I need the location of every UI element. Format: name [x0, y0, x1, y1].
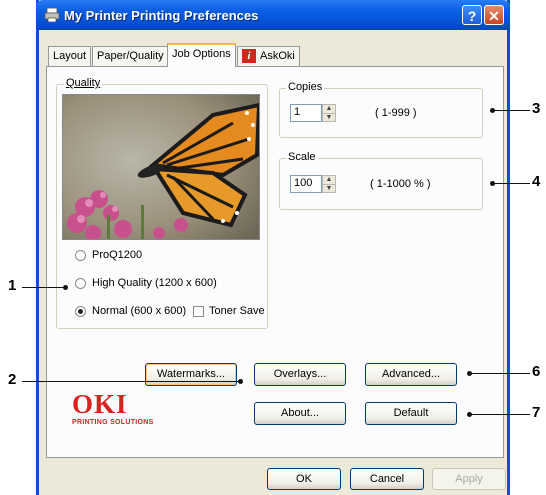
tab-layout[interactable]: Layout — [48, 46, 92, 66]
spin-down-icon[interactable]: ▼ — [323, 185, 335, 193]
callout-6-dot — [467, 371, 472, 376]
callout-1: 1 — [8, 277, 17, 294]
spin-down-icon[interactable]: ▼ — [323, 114, 335, 122]
apply-button[interactable]: Apply — [432, 468, 506, 490]
quality-radio-high[interactable] — [75, 278, 86, 289]
callout-1-dot — [63, 285, 68, 290]
spin-up-icon[interactable]: ▲ — [323, 105, 335, 114]
default-button[interactable]: Default — [365, 402, 457, 425]
oki-tagline: PRINTING SOLUTIONS — [72, 419, 154, 426]
callout-6: 6 — [532, 363, 541, 380]
advanced-button[interactable]: Advanced... — [365, 363, 457, 386]
callout-7-dot — [467, 412, 472, 417]
copies-input[interactable]: 1 — [290, 104, 322, 122]
ok-button[interactable]: OK — [267, 468, 341, 490]
callout-6-line — [470, 373, 530, 374]
callout-2-dot — [238, 379, 243, 384]
overlays-button[interactable]: Overlays... — [254, 363, 346, 386]
callout-7: 7 — [532, 404, 541, 421]
tab-askoki-label: AskOki — [260, 50, 295, 62]
toner-save-label: Toner Save — [209, 305, 265, 317]
cancel-button[interactable]: Cancel — [350, 468, 424, 490]
callout-7-line — [470, 414, 530, 415]
copies-group-label: Copies — [286, 81, 325, 93]
info-icon: i — [242, 49, 256, 63]
window-title: My Printer Printing Preferences — [64, 8, 259, 23]
callout-3: 3 — [532, 100, 541, 117]
about-button[interactable]: About... — [254, 402, 346, 425]
quality-label-proq1200: ProQ1200 — [92, 249, 143, 261]
quality-group-label: Quality — [64, 77, 103, 89]
quality-label-normal: Normal (600 x 600) — [92, 305, 187, 317]
callout-1-line — [22, 287, 64, 288]
callout-2-line — [22, 381, 240, 382]
quality-radio-normal[interactable] — [75, 306, 86, 317]
close-button[interactable]: ✕ — [484, 5, 504, 25]
callout-3-line — [492, 110, 530, 111]
callout-2: 2 — [8, 371, 17, 388]
scale-input[interactable]: 100 — [290, 175, 322, 193]
scale-spinner[interactable]: ▲ ▼ — [322, 175, 336, 193]
tab-job-options[interactable]: Job Options — [167, 43, 236, 67]
copies-spinner[interactable]: ▲ ▼ — [322, 104, 336, 122]
quality-preview-image — [62, 94, 260, 240]
quality-label-high: High Quality (1200 x 600) — [92, 277, 217, 289]
copies-range: ( 1-999 ) — [375, 107, 417, 119]
callout-4: 4 — [532, 173, 541, 190]
oki-logo: OKI — [72, 389, 128, 419]
scale-range: ( 1-1000 % ) — [370, 178, 431, 190]
help-button[interactable]: ? — [462, 5, 482, 25]
callout-4-dot — [490, 181, 495, 186]
tab-paper-quality[interactable]: Paper/Quality — [92, 46, 169, 66]
callout-4-line — [492, 183, 530, 184]
watermarks-button[interactable]: Watermarks... — [145, 363, 237, 386]
scale-group-label: Scale — [286, 151, 318, 163]
quality-radio-proq1200[interactable] — [75, 250, 86, 261]
toner-save-checkbox[interactable] — [193, 306, 204, 317]
callout-3-dot — [490, 108, 495, 113]
printer-icon — [44, 8, 60, 22]
spin-up-icon[interactable]: ▲ — [323, 176, 335, 185]
